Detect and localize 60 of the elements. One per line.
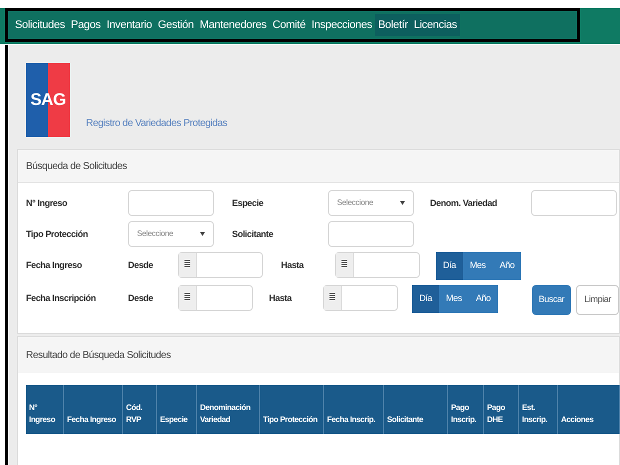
calendar-icon: ≣: [184, 258, 192, 272]
date-field[interactable]: ≣: [178, 285, 254, 311]
date-field[interactable]: ≣: [322, 285, 398, 311]
period-toggle[interactable]: Día: [436, 252, 463, 280]
nav-item[interactable]: Mantenedores: [196, 14, 270, 36]
panel-title: Búsqueda de Solicitudes: [26, 160, 127, 174]
column-header: N° Ingreso: [26, 385, 64, 434]
column-header: Solicitante: [384, 385, 448, 434]
column-header: Fecha Ingreso: [64, 385, 123, 434]
calendar-icon: ≣: [184, 291, 192, 305]
column-header: Cód. RVP: [123, 385, 157, 434]
select-field[interactable]: Seleccione: [128, 221, 214, 247]
field-label: Hasta: [268, 293, 292, 303]
nav-item[interactable]: Solicitudes: [12, 14, 68, 36]
field-label: Solicitante: [232, 229, 274, 239]
caret-icon: [400, 201, 405, 205]
input-field[interactable]: [328, 221, 414, 247]
calendar-icon: ≣: [340, 258, 348, 272]
nav-item[interactable]: Pagos: [68, 14, 104, 36]
input-field[interactable]: [531, 190, 617, 216]
caret-icon: [200, 232, 205, 236]
date-field[interactable]: ≣: [178, 252, 263, 278]
select-placeholder: Seleccione: [137, 228, 174, 240]
nav-item[interactable]: Inspecciones: [308, 14, 376, 36]
search-button[interactable]: Buscar: [532, 285, 572, 315]
select-field[interactable]: Seleccione: [328, 190, 414, 216]
field-label: Fecha Ingreso: [26, 260, 82, 270]
field-label: Especie: [232, 198, 264, 208]
nav-item[interactable]: Licencias: [410, 14, 460, 36]
column-header: Fecha Inscrip.: [324, 385, 384, 434]
field-label: Tipo Protección: [26, 229, 88, 239]
field-label: Denom. Variedad: [430, 198, 498, 208]
field-label: Hasta: [281, 260, 304, 270]
nav-item[interactable]: Comité: [269, 14, 309, 36]
select-placeholder: Seleccione: [337, 197, 374, 209]
column-header: Acciones: [558, 385, 620, 434]
calendar-icon: ≣: [328, 291, 336, 305]
column-header: Pago Inscrip.: [448, 385, 484, 434]
field-label: Fecha Inscripción: [26, 293, 96, 303]
nav-item[interactable]: Gestión: [154, 14, 197, 36]
nav-item[interactable]: Boletír: [375, 14, 411, 36]
period-toggle[interactable]: Año: [492, 252, 522, 280]
column-header: Especie: [157, 385, 197, 434]
field-label: N° Ingreso: [26, 198, 68, 208]
panel-title: Resultado de Búsqueda Solicitudes: [26, 348, 171, 362]
clear-button[interactable]: Limpiar: [576, 285, 619, 315]
period-toggle[interactable]: Mes: [439, 285, 469, 313]
period-toggle[interactable]: Día: [412, 285, 440, 313]
field-label: Desde: [128, 293, 154, 303]
date-field[interactable]: ≣: [335, 252, 420, 278]
period-toggle[interactable]: Año: [468, 285, 498, 313]
field-label: Desde: [128, 260, 154, 270]
period-toggle[interactable]: Mes: [462, 252, 493, 280]
column-header: Tipo Protección: [260, 385, 324, 434]
nav-item[interactable]: Inventario: [104, 14, 155, 36]
app-subtitle: Registro de Variedades Protegidas: [86, 117, 228, 131]
column-header: Denominación Variedad: [197, 385, 260, 434]
column-header: Pago DHE: [484, 385, 519, 434]
input-field[interactable]: [128, 190, 214, 216]
column-header: Est. Inscrip.: [519, 385, 558, 434]
